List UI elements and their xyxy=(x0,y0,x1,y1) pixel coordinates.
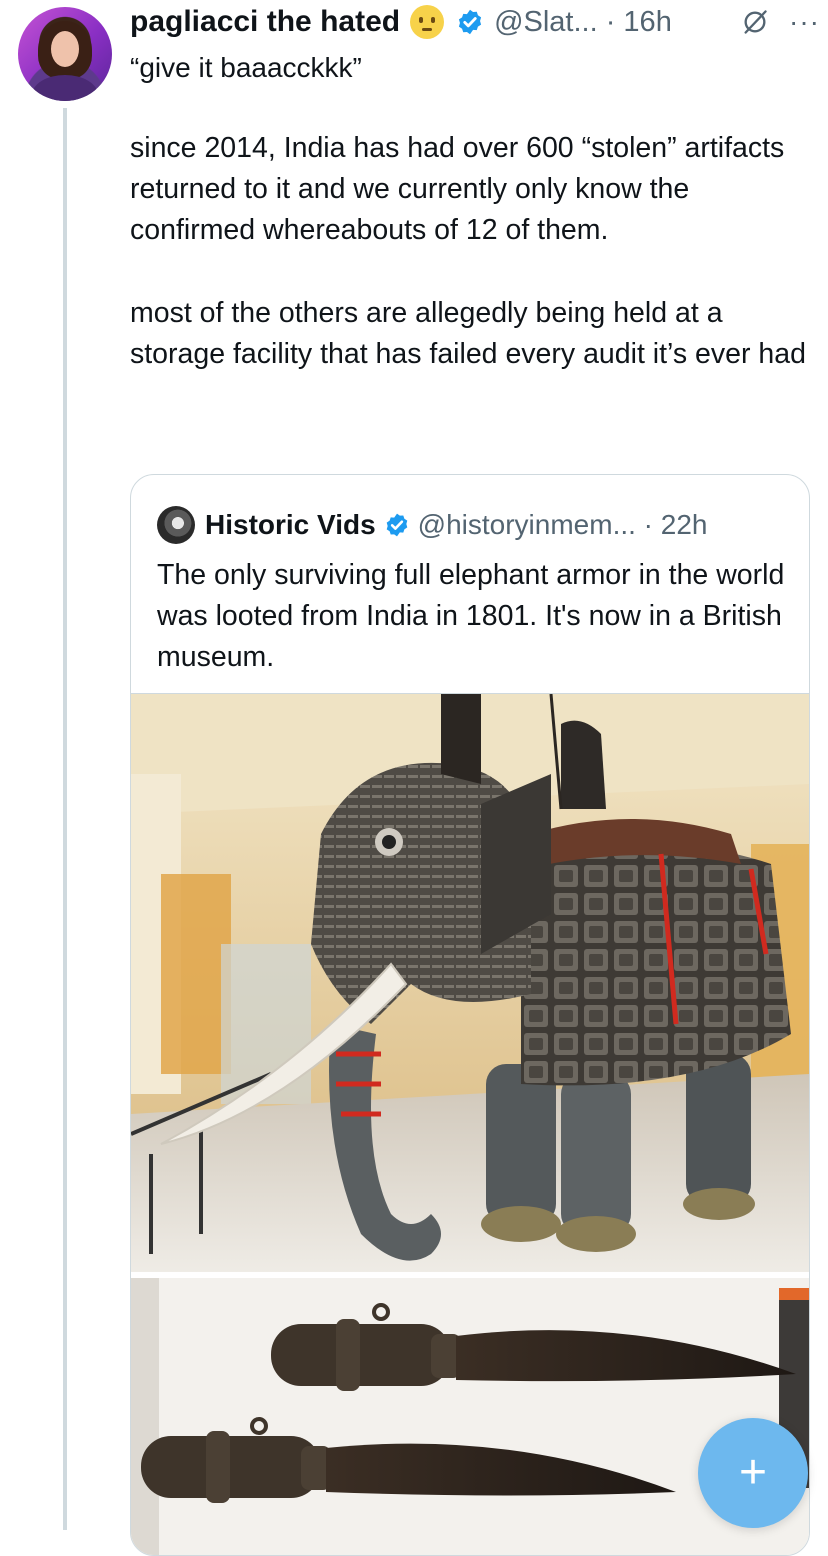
tweet-paragraph: since 2014, India has had over 600 “stol… xyxy=(130,132,785,247)
verified-badge-icon xyxy=(386,513,407,537)
quoted-tweet[interactable]: Historic Vids @historyinmem... · 22h The… xyxy=(130,474,810,1556)
tweet-actions-top: ··· xyxy=(741,0,820,44)
emoji-icon xyxy=(410,5,445,39)
verified-badge-icon xyxy=(458,9,482,35)
avatar-face xyxy=(51,31,79,67)
tweet-body: since 2014, India has had over 600 “stol… xyxy=(130,128,810,416)
tweet-paragraph: most of the others are allegedly being h… xyxy=(130,296,806,370)
quoted-tweet-header: Historic Vids @historyinmem... · 22h xyxy=(157,505,708,545)
thread-line xyxy=(63,108,67,1530)
author-display-name[interactable]: pagliacci the hated xyxy=(130,5,400,39)
quoted-tweet-media[interactable] xyxy=(131,693,809,1556)
tweet-header: pagliacci the hated @Slat... · 16h ··· xyxy=(130,0,820,44)
quoted-author-avatar[interactable] xyxy=(157,506,195,544)
plus-icon: + xyxy=(738,1446,768,1499)
compose-button[interactable]: + xyxy=(698,1418,808,1528)
author-handle-time[interactable]: @Slat... · 16h xyxy=(494,6,672,39)
quoted-tweet-text: The only surviving full elephant armor i… xyxy=(157,559,785,674)
avatar-body xyxy=(32,75,98,101)
more-icon[interactable]: ··· xyxy=(789,0,820,44)
quoted-author-handle-time[interactable]: @historyinmem... · 22h xyxy=(418,509,708,541)
tweet-first-line: “give it baaacckkk” xyxy=(130,52,362,83)
quoted-author-display-name[interactable]: Historic Vids xyxy=(205,509,376,541)
author-avatar[interactable] xyxy=(18,7,112,101)
grok-icon[interactable] xyxy=(741,8,769,36)
dagger-photo-background xyxy=(131,1278,809,1555)
